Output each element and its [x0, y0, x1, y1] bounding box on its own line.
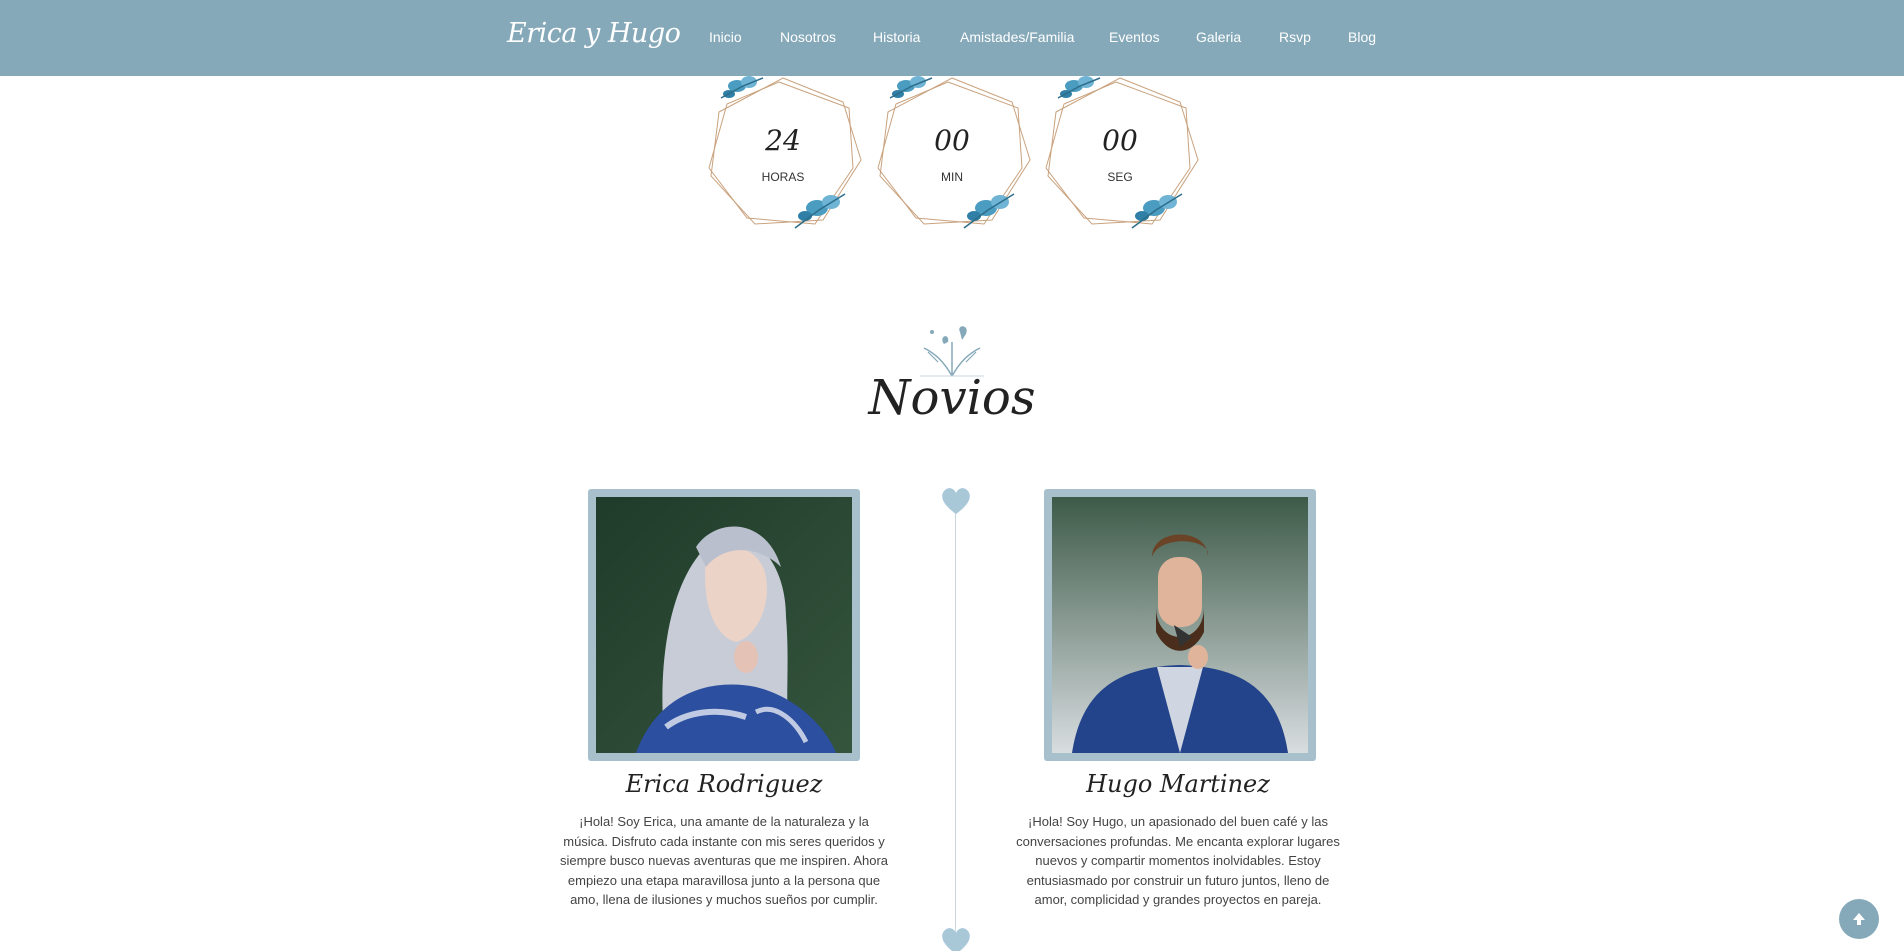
timeline-divider — [955, 505, 956, 935]
flower-decoration-icon — [889, 76, 933, 99]
flower-decoration-icon — [720, 76, 764, 99]
bride-photo-frame — [588, 489, 860, 761]
nav-item-eventos[interactable]: Eventos — [1109, 29, 1160, 45]
countdown-value: 24 — [765, 124, 801, 157]
groom-name: Hugo Martinez — [1086, 770, 1270, 798]
countdown-hours: 24 HORAS — [703, 72, 863, 232]
nav-item-blog[interactable]: Blog — [1348, 29, 1376, 45]
groom-photo — [1052, 497, 1308, 753]
nav-item-historia[interactable]: Historia — [873, 29, 920, 45]
groom-bio: ¡Hola! Soy Hugo, un apasionado del buen … — [1016, 814, 1340, 907]
flower-decoration-icon — [1057, 76, 1101, 99]
flower-decoration-icon — [963, 193, 1015, 229]
top-navbar: Erica y Hugo Inicio Nosotros Historia Am… — [0, 0, 1904, 76]
flower-decoration-icon — [794, 193, 846, 229]
heart-icon — [942, 488, 970, 514]
bride-name: Erica Rodriguez — [625, 770, 823, 798]
countdown-value: 00 — [1102, 124, 1138, 157]
nav-item-nosotros[interactable]: Nosotros — [780, 29, 836, 45]
countdown-unit: SEG — [1107, 170, 1133, 184]
heart-icon — [942, 928, 970, 951]
countdown-seconds: 00 SEG — [1040, 72, 1200, 232]
brand-logo[interactable]: Erica y Hugo — [507, 18, 681, 49]
nav-item-galeria[interactable]: Galeria — [1196, 29, 1241, 45]
scroll-top-button[interactable] — [1839, 899, 1879, 939]
arrow-up-icon — [1853, 913, 1865, 925]
nav-item-rsvp[interactable]: Rsvp — [1279, 29, 1311, 45]
bride-bio: ¡Hola! Soy Erica, una amante de la natur… — [559, 814, 889, 907]
countdown-unit: HORAS — [761, 170, 805, 184]
groom-photo-frame — [1044, 489, 1316, 761]
section-title: Novios — [868, 370, 1036, 426]
nav-item-inicio[interactable]: Inicio — [709, 29, 742, 45]
countdown-unit: MIN — [941, 170, 963, 184]
countdown-value: 00 — [934, 124, 970, 157]
nav-item-amistades-familia[interactable]: Amistades/Familia — [960, 29, 1074, 45]
bride-photo — [596, 497, 852, 753]
flower-decoration-icon — [1131, 193, 1183, 229]
countdown-minutes: 00 MIN — [872, 72, 1032, 232]
